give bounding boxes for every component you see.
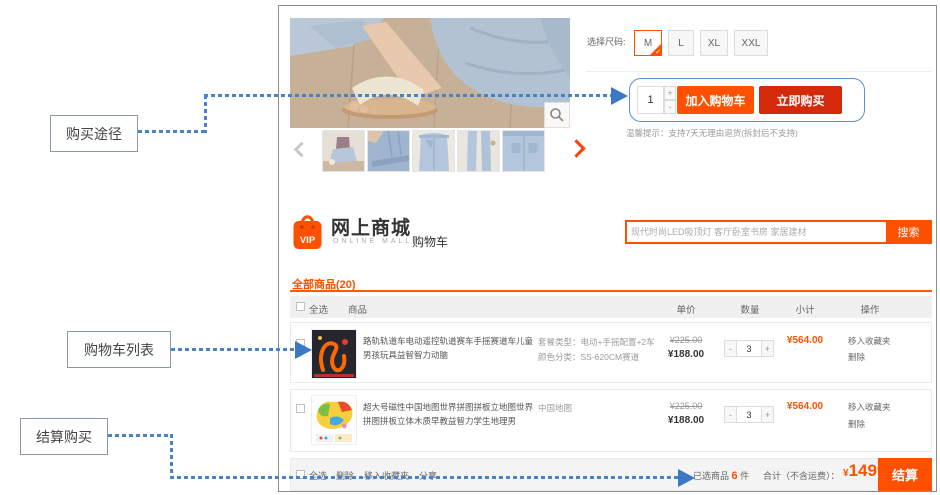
row2-qty-input[interactable]	[737, 406, 761, 423]
page: 选择尺码: M ✓ L XL XXL + - 加入购物车 立即购买 温馨提示：支…	[0, 0, 940, 495]
tab-underline	[290, 290, 932, 292]
quantity-increase-button[interactable]: +	[664, 86, 676, 100]
row1-qty-minus-button[interactable]: -	[724, 340, 737, 357]
annotation-line	[170, 476, 678, 479]
row2-delete-link[interactable]: 删除	[848, 418, 865, 430]
annotation-arrowhead	[678, 469, 695, 487]
selected-suffix: 件	[740, 471, 749, 481]
size-option-label: L	[678, 38, 684, 49]
quantity-decrease-button[interactable]: -	[664, 100, 676, 114]
search-button[interactable]: 搜索	[886, 221, 931, 243]
column-unit-price: 单价	[676, 302, 695, 316]
size-option-label: XL	[708, 38, 720, 49]
buy-now-button[interactable]: 立即购买	[759, 86, 842, 114]
annotation-line	[108, 434, 173, 437]
row1-qty-input[interactable]	[737, 340, 761, 357]
column-select-all: 全选	[309, 302, 328, 316]
total-label: 合计（不含运费）：	[763, 469, 840, 482]
checkout-button[interactable]: 结算	[878, 458, 932, 491]
chevron-left-icon	[294, 142, 310, 158]
check-icon: ✓	[655, 48, 661, 56]
row1-product-image[interactable]	[311, 329, 357, 379]
mall-logo[interactable]: VIP	[293, 209, 322, 255]
size-option-m[interactable]: M ✓	[634, 30, 662, 56]
page-title: 购物车	[412, 233, 448, 250]
thumbnail-5[interactable]	[502, 130, 545, 172]
size-label: 选择尺码:	[587, 35, 626, 48]
row2-price: ¥188.00	[668, 415, 704, 426]
annotation-line	[171, 348, 295, 351]
selected-items-text: 已选商品 6 件	[693, 469, 749, 482]
row2-qty-minus-button[interactable]: -	[724, 406, 737, 423]
annotation-cart-list: 购物车列表	[67, 331, 171, 368]
row2-spec-1: 中国地图	[538, 402, 572, 414]
race-track-toy-illustration	[312, 330, 356, 378]
row1-price: ¥188.00	[668, 349, 704, 360]
annotation-purchase-path: 购买途径	[50, 115, 138, 152]
row2-subtotal: ¥564.00	[787, 401, 823, 412]
column-quantity: 数量	[740, 302, 759, 316]
annotation-arrowhead	[611, 87, 628, 105]
row1-original-price: ¥225.00	[670, 335, 703, 345]
buybox-divider	[586, 71, 932, 72]
column-product: 商品	[348, 302, 367, 316]
gallery-next-button[interactable]	[570, 142, 583, 155]
annotation-line	[170, 434, 173, 479]
row2-checkbox[interactable]	[296, 404, 305, 413]
vip-shopping-bag-icon: VIP	[293, 209, 322, 250]
column-actions: 操作	[860, 302, 879, 316]
mall-subtitle: ONLINE MALL	[333, 238, 412, 245]
search-bar: 搜索	[625, 220, 932, 244]
row1-spec-1: 套餐类型：电动+手摇配置+2车	[538, 336, 655, 348]
search-input[interactable]	[631, 222, 886, 242]
row1-move-to-favorites-link[interactable]: 移入收藏夹	[848, 335, 891, 347]
column-subtotal: 小计	[795, 302, 814, 316]
image-zoom-button[interactable]	[544, 102, 570, 128]
row1-spec-2: 颜色分类：SS-620CM赛道	[538, 351, 639, 363]
table-header: 全选 商品 单价 数量 小计 操作	[290, 296, 932, 318]
row2-product-image[interactable]	[311, 395, 357, 445]
svg-text:VIP: VIP	[300, 235, 316, 246]
row2-product-title[interactable]: 超大号磁性中国地图世界拼图拼板立地图世界拼图拼板立体木质早教益智力学生地理男	[363, 400, 535, 428]
add-to-cart-button[interactable]: 加入购物车	[677, 86, 754, 114]
return-policy-tip: 温馨提示：支持7天无理由退货(拆封后不支持)	[626, 127, 798, 139]
row2-qty-plus-button[interactable]: +	[761, 406, 774, 423]
selected-prefix: 已选商品	[693, 471, 729, 481]
thumbnail-4[interactable]	[457, 130, 500, 172]
row1-quantity-stepper: - +	[724, 340, 774, 357]
china-map-puzzle-illustration	[312, 396, 356, 444]
row1-subtotal: ¥564.00	[787, 335, 823, 346]
row2-original-price: ¥225.00	[670, 401, 703, 411]
annotation-line	[138, 130, 207, 133]
select-all-checkbox[interactable]	[296, 302, 305, 311]
size-option-l[interactable]: L	[668, 30, 694, 56]
product-photo-illustration	[290, 18, 570, 128]
thumbnail-2[interactable]	[367, 130, 410, 172]
row2-quantity-stepper: - +	[724, 406, 774, 423]
row1-delete-link[interactable]: 删除	[848, 351, 865, 363]
annotation-line	[204, 95, 207, 133]
size-option-xxl[interactable]: XXL	[734, 30, 768, 56]
row1-qty-plus-button[interactable]: +	[761, 340, 774, 357]
product-main-image[interactable]	[290, 18, 570, 128]
quantity-input[interactable]	[637, 86, 664, 114]
mall-title: 网上商城	[331, 213, 411, 240]
selected-count: 6	[732, 470, 738, 482]
chevron-right-icon	[567, 139, 585, 157]
thumbnail-3[interactable]	[412, 130, 455, 172]
annotation-checkout: 结算购买	[20, 418, 108, 455]
size-option-xl[interactable]: XL	[700, 30, 728, 56]
thumbnail-1[interactable]	[322, 130, 365, 172]
gallery-prev-button[interactable]	[296, 144, 307, 155]
row2-move-to-favorites-link[interactable]: 移入收藏夹	[848, 401, 891, 413]
magnifier-icon	[549, 107, 565, 123]
annotation-arrowhead	[295, 341, 312, 359]
annotation-line	[204, 94, 611, 97]
size-option-label: XXL	[742, 38, 761, 49]
row1-product-title[interactable]: 路轨轨道车电动遥控轨道赛车手摇赛道车儿童男孩玩具益智智力动脑	[363, 334, 535, 362]
